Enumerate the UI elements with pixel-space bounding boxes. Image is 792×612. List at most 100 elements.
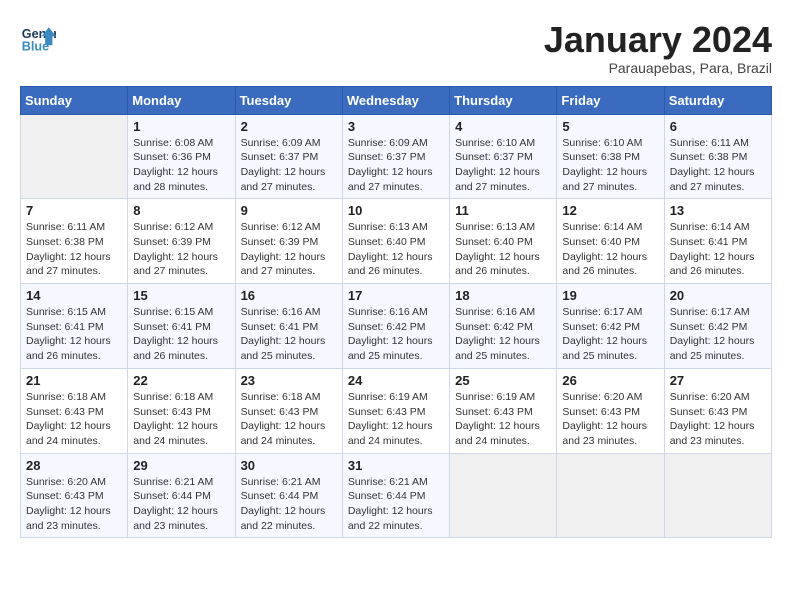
- calendar-table: SundayMondayTuesdayWednesdayThursdayFrid…: [20, 86, 772, 539]
- day-info: Sunrise: 6:14 AM Sunset: 6:40 PM Dayligh…: [562, 220, 658, 279]
- calendar-cell: 26 Sunrise: 6:20 AM Sunset: 6:43 PM Dayli…: [557, 368, 664, 453]
- day-info: Sunrise: 6:21 AM Sunset: 6:44 PM Dayligh…: [348, 475, 444, 534]
- day-number: 13: [670, 203, 766, 218]
- logo-icon: General Blue: [20, 20, 56, 56]
- title-block: January 2024 Parauapebas, Para, Brazil: [544, 20, 772, 76]
- day-info: Sunrise: 6:13 AM Sunset: 6:40 PM Dayligh…: [455, 220, 551, 279]
- day-info: Sunrise: 6:17 AM Sunset: 6:42 PM Dayligh…: [562, 305, 658, 364]
- week-row-2: 7Sunrise: 6:11 AM Sunset: 6:38 PM Daylig…: [21, 199, 772, 284]
- day-info: Sunrise: 6:21 AM Sunset: 6:44 PM Dayligh…: [241, 475, 337, 534]
- logo: General Blue: [20, 20, 56, 56]
- calendar-cell: 17 Sunrise: 6:16 AM Sunset: 6:42 PM Dayli…: [342, 284, 449, 369]
- day-number: 2: [241, 119, 337, 134]
- month-title: January 2024: [544, 20, 772, 60]
- week-row-5: 28Sunrise: 6:20 AM Sunset: 6:43 PM Dayli…: [21, 453, 772, 538]
- day-info: Sunrise: 6:09 AM Sunset: 6:37 PM Dayligh…: [241, 136, 337, 195]
- week-row-1: 1 Sunrise: 6:08 AM Sunset: 6:36 PM Daylig…: [21, 114, 772, 199]
- weekday-header-friday: Friday: [557, 86, 664, 114]
- calendar-cell: [21, 114, 128, 199]
- calendar-cell: 24 Sunrise: 6:19 AM Sunset: 6:43 PM Dayli…: [342, 368, 449, 453]
- day-number: 9: [241, 203, 337, 218]
- calendar-cell: [557, 453, 664, 538]
- day-info: Sunrise: 6:19 AM Sunset: 6:43 PM Dayligh…: [455, 390, 551, 449]
- calendar-cell: 27 Sunrise: 6:20 AM Sunset: 6:43 PM Dayli…: [664, 368, 771, 453]
- day-number: 27: [670, 373, 766, 388]
- calendar-cell: 3 Sunrise: 6:09 AM Sunset: 6:37 PM Daylig…: [342, 114, 449, 199]
- weekday-header-tuesday: Tuesday: [235, 86, 342, 114]
- day-info: Sunrise: 6:20 AM Sunset: 6:43 PM Dayligh…: [26, 475, 122, 534]
- calendar-cell: 14Sunrise: 6:15 AM Sunset: 6:41 PM Dayli…: [21, 284, 128, 369]
- calendar-cell: 13 Sunrise: 6:14 AM Sunset: 6:41 PM Dayli…: [664, 199, 771, 284]
- day-number: 23: [241, 373, 337, 388]
- day-number: 3: [348, 119, 444, 134]
- location: Parauapebas, Para, Brazil: [544, 60, 772, 76]
- day-info: Sunrise: 6:16 AM Sunset: 6:42 PM Dayligh…: [455, 305, 551, 364]
- day-number: 24: [348, 373, 444, 388]
- day-info: Sunrise: 6:20 AM Sunset: 6:43 PM Dayligh…: [562, 390, 658, 449]
- day-info: Sunrise: 6:19 AM Sunset: 6:43 PM Dayligh…: [348, 390, 444, 449]
- day-number: 4: [455, 119, 551, 134]
- day-info: Sunrise: 6:10 AM Sunset: 6:38 PM Dayligh…: [562, 136, 658, 195]
- day-number: 11: [455, 203, 551, 218]
- calendar-cell: 5 Sunrise: 6:10 AM Sunset: 6:38 PM Daylig…: [557, 114, 664, 199]
- day-number: 14: [26, 288, 122, 303]
- day-number: 22: [133, 373, 229, 388]
- calendar-cell: [450, 453, 557, 538]
- day-number: 29: [133, 458, 229, 473]
- day-number: 15: [133, 288, 229, 303]
- calendar-cell: 8 Sunrise: 6:12 AM Sunset: 6:39 PM Daylig…: [128, 199, 235, 284]
- day-number: 1: [133, 119, 229, 134]
- day-info: Sunrise: 6:16 AM Sunset: 6:42 PM Dayligh…: [348, 305, 444, 364]
- day-info: Sunrise: 6:11 AM Sunset: 6:38 PM Dayligh…: [26, 220, 122, 279]
- day-info: Sunrise: 6:18 AM Sunset: 6:43 PM Dayligh…: [26, 390, 122, 449]
- calendar-cell: 15 Sunrise: 6:15 AM Sunset: 6:41 PM Dayli…: [128, 284, 235, 369]
- calendar-cell: 31 Sunrise: 6:21 AM Sunset: 6:44 PM Dayli…: [342, 453, 449, 538]
- calendar-cell: 16Sunrise: 6:16 AM Sunset: 6:41 PM Dayli…: [235, 284, 342, 369]
- weekday-header-wednesday: Wednesday: [342, 86, 449, 114]
- calendar-cell: 10Sunrise: 6:13 AM Sunset: 6:40 PM Dayli…: [342, 199, 449, 284]
- day-info: Sunrise: 6:09 AM Sunset: 6:37 PM Dayligh…: [348, 136, 444, 195]
- day-info: Sunrise: 6:15 AM Sunset: 6:41 PM Dayligh…: [133, 305, 229, 364]
- calendar-cell: 25 Sunrise: 6:19 AM Sunset: 6:43 PM Dayli…: [450, 368, 557, 453]
- calendar-cell: 18 Sunrise: 6:16 AM Sunset: 6:42 PM Dayli…: [450, 284, 557, 369]
- day-info: Sunrise: 6:11 AM Sunset: 6:38 PM Dayligh…: [670, 136, 766, 195]
- calendar-cell: [664, 453, 771, 538]
- calendar-body: 1 Sunrise: 6:08 AM Sunset: 6:36 PM Daylig…: [21, 114, 772, 538]
- calendar-cell: 6Sunrise: 6:11 AM Sunset: 6:38 PM Daylig…: [664, 114, 771, 199]
- day-info: Sunrise: 6:10 AM Sunset: 6:37 PM Dayligh…: [455, 136, 551, 195]
- day-info: Sunrise: 6:20 AM Sunset: 6:43 PM Dayligh…: [670, 390, 766, 449]
- day-info: Sunrise: 6:08 AM Sunset: 6:36 PM Dayligh…: [133, 136, 229, 195]
- calendar-cell: 9Sunrise: 6:12 AM Sunset: 6:39 PM Daylig…: [235, 199, 342, 284]
- calendar-cell: 2 Sunrise: 6:09 AM Sunset: 6:37 PM Daylig…: [235, 114, 342, 199]
- calendar-cell: 22Sunrise: 6:18 AM Sunset: 6:43 PM Dayli…: [128, 368, 235, 453]
- day-info: Sunrise: 6:12 AM Sunset: 6:39 PM Dayligh…: [133, 220, 229, 279]
- week-row-3: 14 Sunrise: 6:15 AM Sunset: 6:41 PM Dayli…: [21, 284, 772, 369]
- day-number: 30: [241, 458, 337, 473]
- day-number: 18: [455, 288, 551, 303]
- day-info: Sunrise: 6:13 AM Sunset: 6:40 PM Dayligh…: [348, 220, 444, 279]
- day-number: 31: [348, 458, 444, 473]
- day-number: 25: [455, 373, 551, 388]
- weekday-header-monday: Monday: [128, 86, 235, 114]
- calendar-cell: 7Sunrise: 6:11 AM Sunset: 6:38 PM Daylig…: [21, 199, 128, 284]
- calendar-cell: 12 Sunrise: 6:14 AM Sunset: 6:40 PM Dayli…: [557, 199, 664, 284]
- calendar-cell: 23Sunrise: 6:18 AM Sunset: 6:43 PM Dayli…: [235, 368, 342, 453]
- day-number: 19: [562, 288, 658, 303]
- day-number: 12: [562, 203, 658, 218]
- week-row-4: 21 Sunrise: 6:18 AM Sunset: 6:43 PM Dayli…: [21, 368, 772, 453]
- day-number: 5: [562, 119, 658, 134]
- day-info: Sunrise: 6:14 AM Sunset: 6:41 PM Dayligh…: [670, 220, 766, 279]
- day-info: Sunrise: 6:21 AM Sunset: 6:44 PM Dayligh…: [133, 475, 229, 534]
- weekday-header-row: SundayMondayTuesdayWednesdayThursdayFrid…: [21, 86, 772, 114]
- weekday-header-saturday: Saturday: [664, 86, 771, 114]
- calendar-cell: 20Sunrise: 6:17 AM Sunset: 6:42 PM Dayli…: [664, 284, 771, 369]
- day-number: 8: [133, 203, 229, 218]
- day-info: Sunrise: 6:16 AM Sunset: 6:41 PM Dayligh…: [241, 305, 337, 364]
- page-header: General Blue January 2024 Parauapebas, P…: [20, 20, 772, 76]
- weekday-header-thursday: Thursday: [450, 86, 557, 114]
- calendar-cell: 28Sunrise: 6:20 AM Sunset: 6:43 PM Dayli…: [21, 453, 128, 538]
- day-number: 17: [348, 288, 444, 303]
- day-number: 26: [562, 373, 658, 388]
- day-number: 21: [26, 373, 122, 388]
- day-number: 20: [670, 288, 766, 303]
